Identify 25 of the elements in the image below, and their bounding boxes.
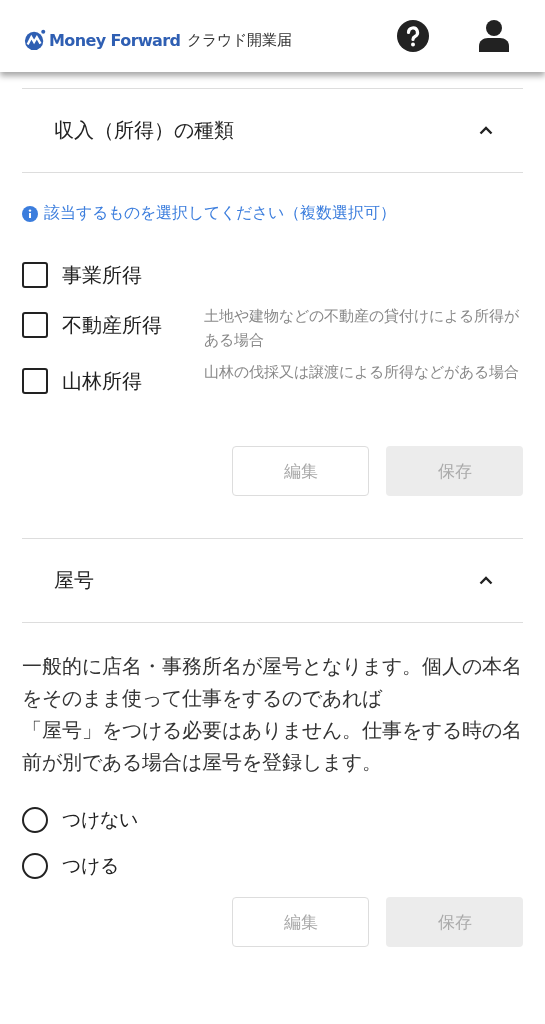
option-description: 土地や建物などの不動産の貸付けによる所得がある場合 (204, 306, 520, 350)
info-icon (22, 205, 38, 222)
description-text: 「屋号」をつける必要はありません。仕事をする時の名前が別である場合は屋号を登録します。 (22, 718, 523, 776)
description-text: 一般的に店名・事務所名が屋号となります。個人の本名をそのまま使って仕事をするのであれば (22, 654, 523, 712)
option-label: つける (62, 853, 119, 878)
logo-icon (24, 29, 46, 51)
brand-name: Money Forward (49, 30, 181, 50)
checkbox[interactable] (22, 368, 48, 394)
user-icon[interactable] (479, 20, 509, 52)
product-name: クラウド開業届 (187, 30, 293, 50)
radio-button[interactable] (22, 853, 48, 879)
option-label: 不動産所得 (61, 312, 163, 338)
section-title: 屋号 (54, 567, 94, 594)
option-description: 山林の伐採又は譲渡による所得などがある場合 (204, 362, 520, 382)
option-label: つけない (62, 807, 138, 832)
section-title: 収入（所得）の種類 (54, 117, 234, 144)
radio-button[interactable] (22, 807, 48, 833)
option-label: 山林所得 (61, 368, 143, 394)
hint-text: 該当するものを選択してください（複数選択可） (44, 203, 396, 224)
chevron-icon[interactable] (479, 576, 493, 585)
option-label: 事業所得 (61, 262, 143, 288)
chevron-icon[interactable] (479, 126, 493, 135)
help-icon[interactable] (397, 20, 429, 52)
checkbox[interactable] (22, 312, 48, 338)
checkbox[interactable] (22, 262, 48, 288)
